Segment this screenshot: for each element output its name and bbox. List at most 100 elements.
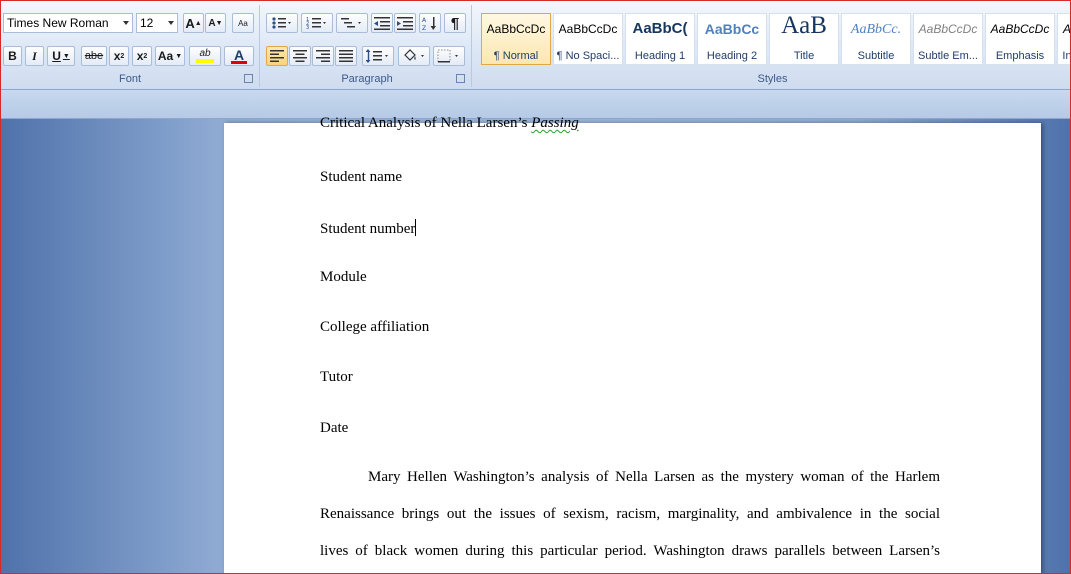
font-color-icon: A xyxy=(233,46,245,63)
align-center-icon xyxy=(293,50,307,62)
subscript-button[interactable]: x2 xyxy=(109,46,129,66)
style-subtle-emphasis[interactable]: AaBbCcDc Subtle Em... xyxy=(913,13,983,65)
style-sample: AaBbCc xyxy=(704,21,760,37)
numbering-button[interactable]: 123 xyxy=(301,13,333,33)
justify-icon xyxy=(339,50,353,62)
field-module[interactable]: Module xyxy=(320,269,367,286)
font-dialog-launcher-icon[interactable] xyxy=(244,74,253,83)
clear-formatting-button[interactable]: Aa xyxy=(232,13,254,33)
sort-icon: AZ xyxy=(422,17,436,31)
increase-indent-icon xyxy=(397,17,413,30)
style-name: Subtitle xyxy=(857,50,895,62)
chevron-down-icon[interactable] xyxy=(123,21,129,25)
text-cursor xyxy=(415,219,417,236)
italic-button[interactable]: I xyxy=(25,46,44,66)
increase-indent-button[interactable] xyxy=(394,13,416,33)
bold-icon: B xyxy=(8,49,17,63)
highlight-button[interactable]: ab xyxy=(189,46,221,66)
style-intense-emphasis[interactable]: A In xyxy=(1057,13,1071,65)
paragraph-group-label: Paragraph xyxy=(341,73,393,85)
align-center-button[interactable] xyxy=(289,46,311,66)
style-emphasis[interactable]: AaBbCcDc Emphasis xyxy=(985,13,1055,65)
window-frame: Times New Roman 12 A ▲ A ▼ Aa B I U ▼ ab… xyxy=(0,0,1071,574)
bold-button[interactable]: B xyxy=(3,46,22,66)
subscript-icon: x xyxy=(113,49,121,63)
chevron-down-icon[interactable] xyxy=(168,21,174,25)
style-sample: AaBbCcDc xyxy=(918,22,978,36)
body-line[interactable]: Mary Hellen Washington’s analysis of Nel… xyxy=(368,469,940,486)
font-size-value: 12 xyxy=(140,16,154,30)
font-group-label: Font xyxy=(118,73,141,85)
font-color-button[interactable]: A xyxy=(224,46,254,66)
style-name: ¶ Normal xyxy=(493,50,539,62)
highlight-color-bar xyxy=(196,59,214,63)
align-left-button[interactable] xyxy=(266,46,288,66)
strikethrough-button[interactable]: abe xyxy=(81,46,107,66)
body-line[interactable]: lives of black women during this particu… xyxy=(320,543,940,560)
pilcrow-icon: ¶ xyxy=(450,14,460,32)
underline-button[interactable]: U ▼ xyxy=(47,46,75,66)
style-heading-1[interactable]: AaBbC( Heading 1 xyxy=(625,13,695,65)
body-line[interactable]: Renaissance brings out the issues of sex… xyxy=(320,506,940,523)
style-name: Subtle Em... xyxy=(918,50,978,62)
field-student-name[interactable]: Student name xyxy=(320,169,402,186)
document-title-italic: Passing xyxy=(531,115,579,131)
strikethrough-icon: abe xyxy=(84,50,104,62)
paragraph-group: 123 AZ ¶ Paragraph xyxy=(263,5,472,87)
field-tutor[interactable]: Tutor xyxy=(320,369,353,386)
shrink-font-button[interactable]: A ▼ xyxy=(205,13,226,33)
style-sample: AaBbCcDc xyxy=(558,22,618,36)
document-page[interactable]: Critical Analysis of Nella Larsen’s Pass… xyxy=(224,115,1041,573)
style-heading-2[interactable]: AaBbCc Heading 2 xyxy=(697,13,767,65)
ribbon: Times New Roman 12 A ▲ A ▼ Aa B I U ▼ ab… xyxy=(1,1,1070,90)
document-title[interactable]: Critical Analysis of Nella Larsen’s Pass… xyxy=(320,115,579,132)
sort-button[interactable]: AZ xyxy=(419,13,441,33)
style-name: Title xyxy=(793,50,815,62)
shrink-font-icon: A xyxy=(208,17,216,29)
font-name-value: Times New Roman xyxy=(7,16,109,30)
show-formatting-button[interactable]: ¶ xyxy=(444,13,466,33)
style-sample: AaBbCc. xyxy=(850,22,902,37)
highlighter-icon: ab xyxy=(199,48,211,59)
field-college-affiliation[interactable]: College affiliation xyxy=(320,319,429,336)
svg-text:A: A xyxy=(422,17,427,24)
grow-font-icon: A xyxy=(185,15,195,31)
bullets-icon xyxy=(272,17,291,29)
italic-icon: I xyxy=(32,48,37,63)
line-spacing-button[interactable] xyxy=(362,46,394,66)
underline-icon: U xyxy=(52,49,61,63)
superscript-button[interactable]: x2 xyxy=(132,46,152,66)
style-name: In xyxy=(1062,50,1071,62)
shading-button[interactable] xyxy=(398,46,430,66)
style-sample: AaBbCcDc xyxy=(486,22,546,36)
justify-button[interactable] xyxy=(335,46,357,66)
style-name: Emphasis xyxy=(995,50,1045,62)
multilevel-list-button[interactable] xyxy=(336,13,368,33)
borders-icon xyxy=(437,49,458,63)
change-case-button[interactable]: Aa ▼ xyxy=(155,46,185,66)
numbering-icon: 123 xyxy=(306,17,326,30)
multilevel-list-icon xyxy=(341,18,361,28)
style-normal[interactable]: AaBbCcDc ¶ Normal xyxy=(481,13,551,65)
font-name-combo[interactable]: Times New Roman xyxy=(3,13,133,33)
grow-font-button[interactable]: A ▲ xyxy=(183,13,204,33)
field-student-number[interactable]: Student number xyxy=(320,219,417,238)
decrease-indent-button[interactable] xyxy=(371,13,393,33)
style-sample: AaBbC( xyxy=(632,20,688,37)
bullets-button[interactable] xyxy=(266,13,298,33)
style-name: ¶ No Spaci... xyxy=(556,50,620,62)
line-spacing-icon xyxy=(366,49,388,63)
style-no-spacing[interactable]: AaBbCcDc ¶ No Spaci... xyxy=(553,13,623,65)
style-subtitle[interactable]: AaBbCc. Subtitle xyxy=(841,13,911,65)
style-title[interactable]: AaB Title xyxy=(769,13,839,65)
svg-text:Z: Z xyxy=(422,25,426,31)
font-size-combo[interactable]: 12 xyxy=(136,13,178,33)
clear-formatting-icon: Aa xyxy=(238,18,248,28)
borders-button[interactable] xyxy=(433,46,465,66)
styles-group: AaBbCcDc ¶ Normal AaBbCcDc ¶ No Spaci...… xyxy=(475,5,1070,87)
styles-group-label: Styles xyxy=(757,73,788,85)
change-case-icon: Aa xyxy=(157,49,174,63)
field-date[interactable]: Date xyxy=(320,420,348,437)
paragraph-dialog-launcher-icon[interactable] xyxy=(456,74,465,83)
align-right-button[interactable] xyxy=(312,46,334,66)
